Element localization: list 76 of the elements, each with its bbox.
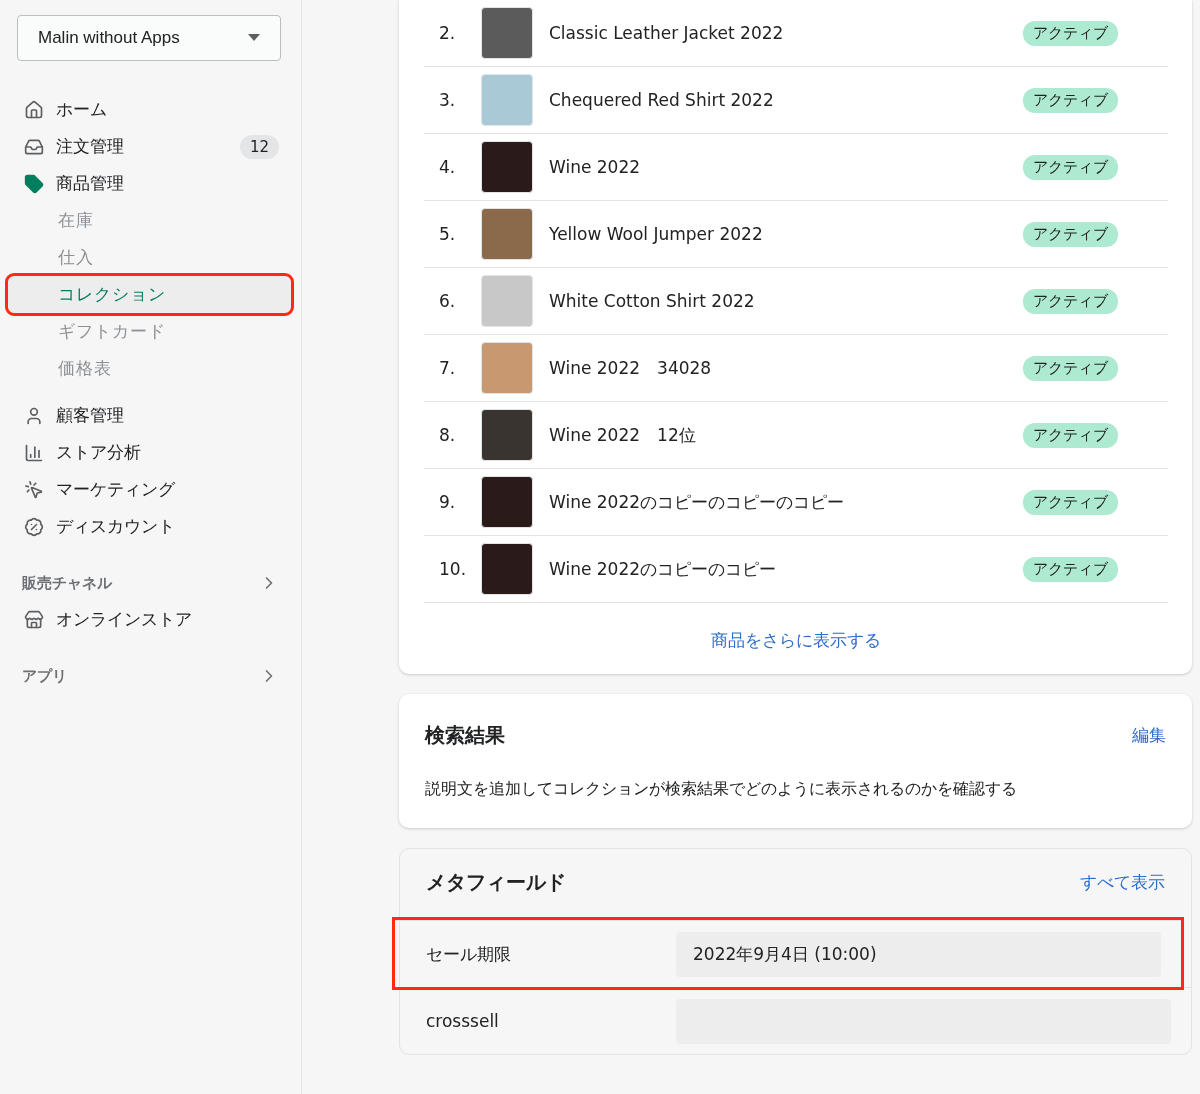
status-badge: アクティブ xyxy=(1023,288,1118,314)
nav-label: ストア分析 xyxy=(56,441,142,464)
row-number: 5. xyxy=(438,224,457,244)
row-number: 6. xyxy=(438,291,457,311)
photo-placeholder xyxy=(481,74,533,126)
nav-item[interactable]: オンラインストア xyxy=(0,601,301,638)
status-badge: アクティブ xyxy=(1023,221,1118,247)
view-all-link[interactable]: すべて表示 xyxy=(1080,871,1165,894)
nav-subitem[interactable]: コレクション xyxy=(8,276,291,313)
photo-placeholder xyxy=(481,476,533,528)
nav-item[interactable]: 注文管理 12 xyxy=(0,128,301,165)
status-badge: アクティブ xyxy=(1023,556,1118,582)
photo-placeholder xyxy=(481,275,533,327)
section-label: アプリ xyxy=(22,666,67,686)
show-more-link[interactable]: 商品をさらに表示する xyxy=(711,629,881,652)
nav-label: マーケティング xyxy=(56,478,176,501)
nav-icon xyxy=(24,442,44,463)
photo-placeholder xyxy=(481,409,533,461)
row-number: 8. xyxy=(438,425,457,445)
nav-label: 注文管理 xyxy=(56,135,125,158)
product-name: Wine 2022 34028 xyxy=(549,356,713,380)
photo-placeholder xyxy=(481,208,533,260)
field-label: crosssell xyxy=(426,1011,500,1031)
caret-icon xyxy=(248,34,260,42)
status-badge: アクティブ xyxy=(1023,355,1118,381)
nav-label: ホーム xyxy=(56,98,108,121)
status-badge: アクティブ xyxy=(1023,20,1118,46)
status-badge: アクティブ xyxy=(1023,422,1118,448)
nav-label: 商品管理 xyxy=(56,172,125,195)
product-name: Wine 2022 12位 xyxy=(549,423,697,447)
store-selector[interactable]: Malin without Apps xyxy=(17,15,281,61)
field-label: セール期限 xyxy=(426,942,512,966)
nav-item[interactable]: 顧客管理 xyxy=(0,397,301,434)
nav-label: 顧客管理 xyxy=(56,404,125,427)
status-badge: アクティブ xyxy=(1023,87,1118,113)
product-name: Yellow Wool Jumper 2022 xyxy=(549,224,764,244)
card-title: メタフィールド xyxy=(426,869,566,896)
apps-heading[interactable]: アプリ xyxy=(0,658,301,694)
card-title: 検索結果 xyxy=(425,722,505,749)
row-number: 10. xyxy=(438,559,468,579)
row-number: 4. xyxy=(438,157,457,177)
nav-item[interactable]: 商品管理 xyxy=(0,165,301,202)
input-field[interactable]: 2022年9月4日 (10:00) xyxy=(676,931,1161,977)
product-name: White Cotton Shirt 2022 xyxy=(549,291,756,311)
nav-label: ディスカウント xyxy=(56,515,176,538)
nav-item[interactable]: ディスカウント xyxy=(0,508,301,545)
photo-placeholder xyxy=(481,7,533,59)
nav-item[interactable]: ホーム xyxy=(0,91,301,128)
edit-link[interactable]: 編集 xyxy=(1132,724,1166,747)
row-number: 7. xyxy=(438,358,457,378)
product-name: Classic Leather Jacket 2022 xyxy=(549,23,785,43)
row-number: 9. xyxy=(438,492,457,512)
product-name: Wine 2022 xyxy=(549,157,642,177)
nav-icon xyxy=(24,516,44,537)
nav-icon xyxy=(24,99,44,120)
status-badge: アクティブ xyxy=(1023,154,1118,180)
product-name: Wine 2022のコピーのコピー xyxy=(549,557,778,581)
nav-icon xyxy=(24,405,44,426)
nav-icon xyxy=(24,479,44,500)
nav-item[interactable]: マーケティング xyxy=(0,471,301,508)
product-name: Chequered Red Shirt 2022 xyxy=(549,90,775,110)
photo-placeholder xyxy=(481,342,533,394)
photo-placeholder xyxy=(481,543,533,595)
status-badge: アクティブ xyxy=(1023,489,1118,515)
row-number: 2. xyxy=(438,23,457,43)
sales-channels-heading[interactable]: 販売チャネル xyxy=(0,565,301,601)
photo-placeholder xyxy=(481,141,533,193)
count-badge: 12 xyxy=(239,134,279,159)
section-label: 販売チャネル xyxy=(22,573,112,593)
product-name: Wine 2022のコピーのコピーのコピー xyxy=(549,490,846,514)
card-description: 説明文を追加してコレクションが検索結果でどのように表示されるのかを確認する xyxy=(424,778,1018,800)
store-icon xyxy=(24,609,44,630)
row-number: 3. xyxy=(438,90,457,110)
nav-label: オンラインストア xyxy=(56,608,193,631)
nav-item[interactable]: ストア分析 xyxy=(0,434,301,471)
nav-icon xyxy=(24,173,44,194)
